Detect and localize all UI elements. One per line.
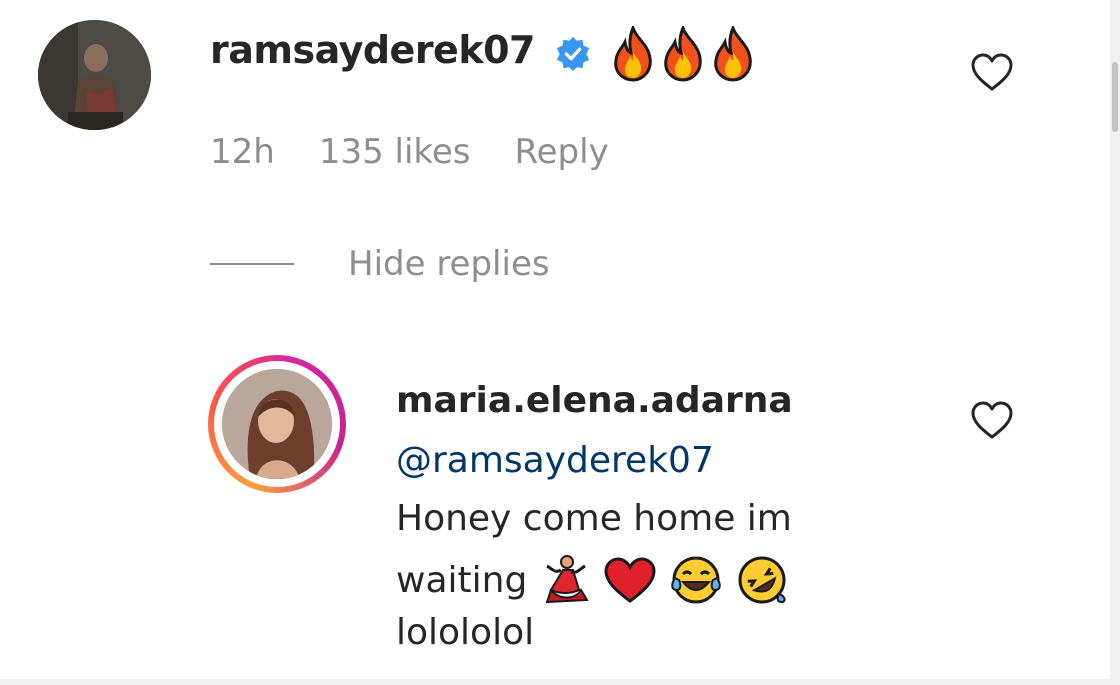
hide-replies-button[interactable]: Hide replies xyxy=(210,244,550,284)
comment-likes-count[interactable]: 135 likes xyxy=(319,132,471,172)
dancer-icon xyxy=(545,555,590,604)
divider-line xyxy=(210,263,294,265)
comment-username[interactable]: ramsayderek07 xyxy=(210,28,535,72)
rolling-laughing-icon xyxy=(738,556,786,604)
reply-text-line: waiting xyxy=(396,554,789,606)
fire-icon xyxy=(664,26,702,82)
like-reply-heart-icon[interactable] xyxy=(970,400,1014,440)
bottom-divider xyxy=(0,679,1120,685)
comment-thread: ramsayderek07 12h 135 likes Reply Hide r… xyxy=(0,0,1120,685)
hide-replies-label: Hide replies xyxy=(348,244,550,284)
scrollbar[interactable] xyxy=(1110,0,1120,685)
like-comment-heart-icon[interactable] xyxy=(970,52,1014,92)
tears-of-joy-icon xyxy=(671,556,722,604)
reply-text-line: Honey come home im xyxy=(396,498,792,539)
avatar xyxy=(222,369,332,479)
scrollbar-thumb[interactable] xyxy=(1112,62,1118,132)
emoji-row xyxy=(541,554,789,606)
red-heart-icon xyxy=(604,557,656,603)
avatar[interactable] xyxy=(38,20,151,130)
fire-icon xyxy=(714,26,752,82)
reply-text: lolololol xyxy=(396,612,535,653)
reply-username[interactable]: maria.elena.adarna xyxy=(396,380,793,421)
mention-link[interactable]: @ramsayderek07 xyxy=(396,440,714,481)
comment-timestamp[interactable]: 12h xyxy=(210,132,275,172)
story-ring-avatar[interactable] xyxy=(208,355,346,493)
reply-text: waiting xyxy=(396,559,528,601)
reply-text-line: lolololol xyxy=(396,612,534,653)
verified-badge-icon xyxy=(556,36,590,72)
reply-button[interactable]: Reply xyxy=(515,132,609,172)
fire-icon xyxy=(614,26,652,82)
reply-text: Honey come home im xyxy=(396,498,792,539)
comment-meta: 12h 135 likes Reply xyxy=(210,132,609,172)
comment-text xyxy=(610,26,756,82)
